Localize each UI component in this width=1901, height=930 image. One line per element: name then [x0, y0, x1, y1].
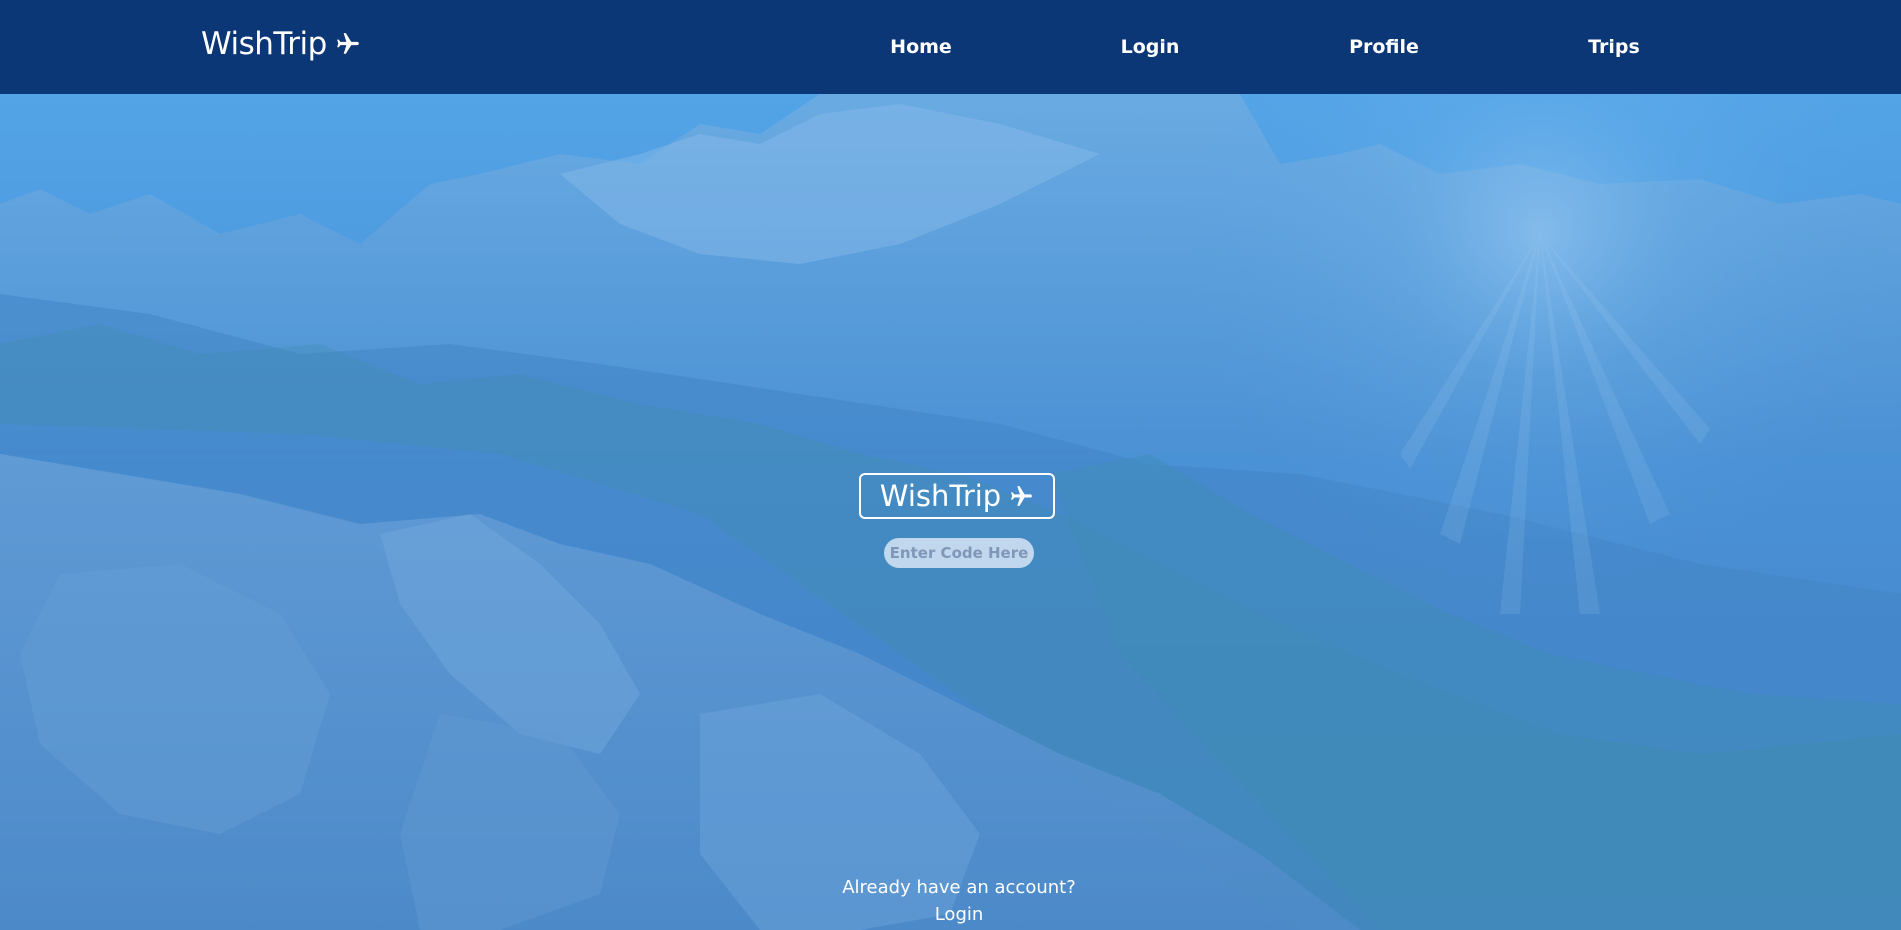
page: WishTrip Home Login Profile Trips WishTr… — [0, 0, 1901, 930]
login-link-container: Login — [0, 904, 1901, 925]
trip-code-input[interactable] — [884, 538, 1034, 568]
hero-logo-text: WishTrip — [879, 479, 1002, 513]
account-prompt: Already have an account? — [842, 877, 1076, 898]
nav-login-link[interactable]: Login — [1121, 36, 1180, 58]
nav-profile-link[interactable]: Profile — [1349, 36, 1419, 58]
brand-logo[interactable]: WishTrip — [201, 26, 361, 62]
nav-trips-link[interactable]: Trips — [1588, 36, 1640, 58]
airplane-icon — [335, 31, 361, 57]
hero-logo: WishTrip — [859, 473, 1055, 519]
nav-home-link[interactable]: Home — [890, 36, 952, 58]
airplane-icon — [1009, 484, 1034, 509]
top-navbar: WishTrip Home Login Profile Trips — [0, 0, 1901, 94]
login-link[interactable]: Login — [935, 904, 984, 925]
brand-name: WishTrip — [201, 26, 327, 62]
